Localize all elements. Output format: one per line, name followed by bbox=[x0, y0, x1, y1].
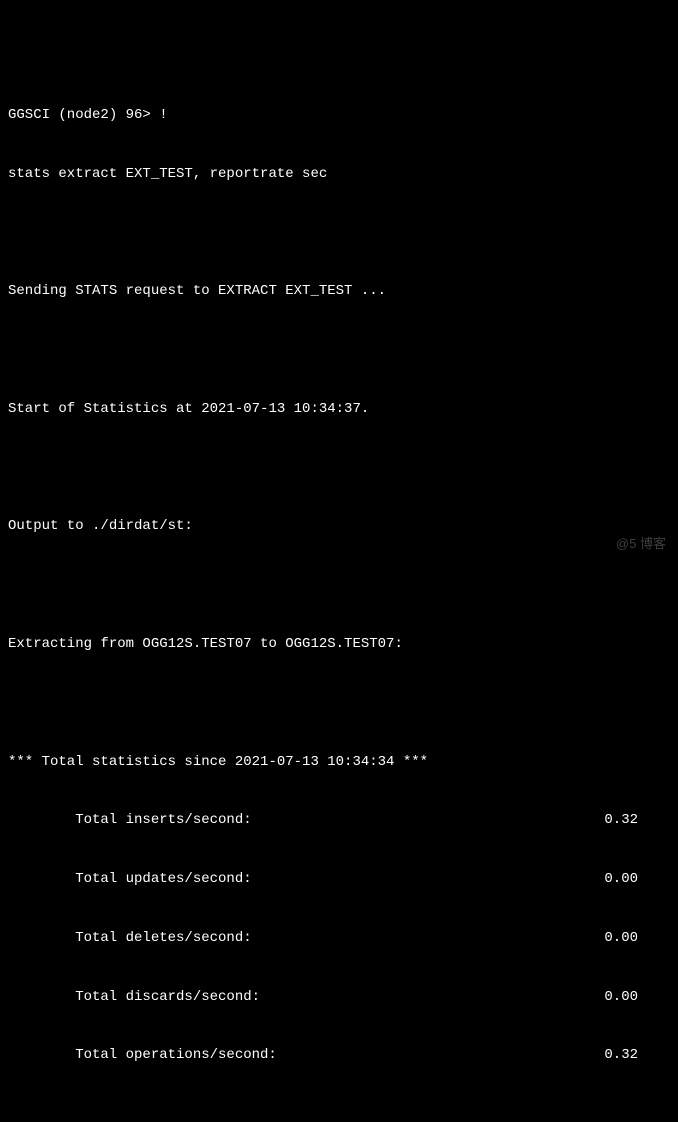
total-discards-row: Total discards/second: 0.00 bbox=[8, 988, 658, 1008]
extracting-from-to: Extracting from OGG12S.TEST07 to OGG12S.… bbox=[8, 635, 670, 655]
total-updates-row: Total updates/second: 0.00 bbox=[8, 870, 658, 890]
total-inserts-row: Total inserts/second: 0.32 bbox=[8, 811, 658, 831]
stat-value: 0.32 bbox=[604, 811, 658, 831]
total-operations-row: Total operations/second: 0.32 bbox=[8, 1046, 658, 1066]
total-stats-header: *** Total statistics since 2021-07-13 10… bbox=[8, 753, 670, 773]
output-path: Output to ./dirdat/st: bbox=[8, 517, 670, 537]
sending-request: Sending STATS request to EXTRACT EXT_TES… bbox=[8, 282, 670, 302]
stat-label: Total inserts/second: bbox=[8, 811, 252, 831]
stats-command: stats extract EXT_TEST, reportrate sec bbox=[8, 165, 670, 185]
stat-label: Total operations/second: bbox=[8, 1046, 277, 1066]
ggsci-prompt[interactable]: GGSCI (node2) 96> ! bbox=[8, 106, 670, 126]
stat-label: Total updates/second: bbox=[8, 870, 252, 890]
total-deletes-row: Total deletes/second: 0.00 bbox=[8, 929, 658, 949]
stat-value: 0.00 bbox=[604, 929, 658, 949]
terminal-output: GGSCI (node2) 96> ! stats extract EXT_TE… bbox=[8, 8, 670, 1122]
stat-label: Total deletes/second: bbox=[8, 929, 252, 949]
stat-value: 0.00 bbox=[604, 988, 658, 1008]
stat-label: Total discards/second: bbox=[8, 988, 260, 1008]
start-statistics: Start of Statistics at 2021-07-13 10:34:… bbox=[8, 400, 670, 420]
stat-value: 0.32 bbox=[604, 1046, 658, 1066]
watermark-text: @5 博客 bbox=[616, 535, 666, 553]
stat-value: 0.00 bbox=[604, 870, 658, 890]
